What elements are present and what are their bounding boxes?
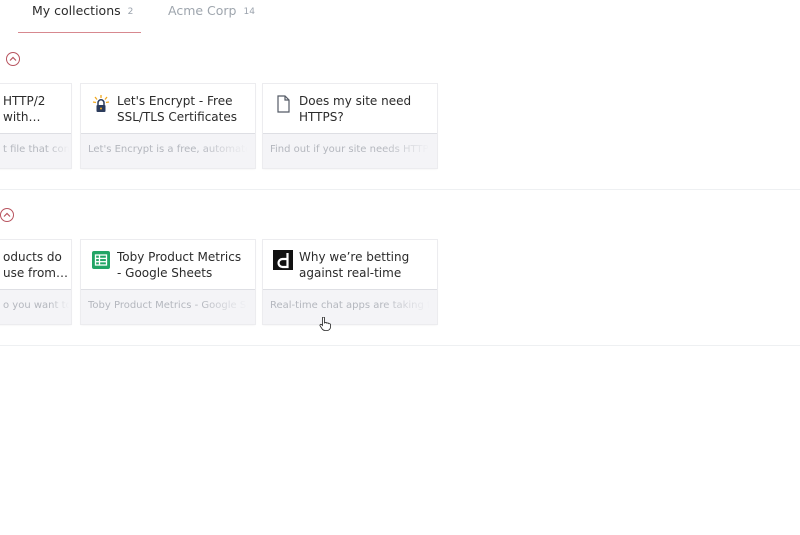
card-description: Let's Encrypt is a free, automated xyxy=(88,144,248,155)
card-description-area: Real-time chat apps are taking the xyxy=(263,289,437,324)
card-title: Let's Encrypt - Free SSL/TLS Certificate… xyxy=(117,94,237,124)
hand-cursor-icon xyxy=(319,317,331,331)
card-title: HTTP/2 with… xyxy=(3,94,46,124)
collapse-toggle-button[interactable] xyxy=(6,52,20,66)
chevron-up-icon xyxy=(9,56,17,61)
document-icon xyxy=(273,94,293,114)
bookmark-card[interactable]: oducts do use from… o you want to xyxy=(0,240,71,324)
bookmark-card[interactable]: HTTP/2 with… t file that con xyxy=(0,84,71,168)
card-description: Find out if your site needs HTTPS xyxy=(270,144,430,155)
collection-divider xyxy=(0,345,800,346)
collections-page: My collections 2 Acme Corp 14 HTTP/2 wit… xyxy=(0,0,800,535)
card-description-area: Let's Encrypt is a free, automated xyxy=(81,133,255,168)
bookmark-card[interactable]: Why we’re betting against real-time tea…… xyxy=(263,240,437,324)
card-description-area: Find out if your site needs HTTPS xyxy=(263,133,437,168)
collection-divider xyxy=(0,189,800,190)
card-title: oducts do use from… xyxy=(3,250,68,280)
card-header: Does my site need HTTPS? xyxy=(263,84,437,134)
card-title: Why we’re betting against real-time tea… xyxy=(299,250,410,280)
collection-row: oducts do use from… o you want to Toby P xyxy=(0,240,800,326)
card-title: Toby Product Metrics - Google Sheets xyxy=(117,250,242,280)
collapse-toggle-button[interactable] xyxy=(0,208,14,222)
card-description: o you want to xyxy=(3,300,69,311)
card-title: Does my site need HTTPS? xyxy=(299,94,412,124)
card-header: oducts do use from… xyxy=(0,240,71,290)
collection-row: HTTP/2 with… t file that con Let's Encry… xyxy=(0,84,800,170)
card-description-area: t file that con xyxy=(0,133,71,168)
card-description: Real-time chat apps are taking the xyxy=(270,300,430,311)
tab-count-badge: 14 xyxy=(243,7,255,17)
tab-label: My collections xyxy=(32,3,121,18)
letsencrypt-icon xyxy=(91,94,111,114)
bookmark-card[interactable]: Does my site need HTTPS? Find out if you… xyxy=(263,84,437,168)
tab-my-collections[interactable]: My collections 2 xyxy=(32,0,133,34)
card-description: Toby Product Metrics - Google She xyxy=(88,300,248,311)
card-description-area: Toby Product Metrics - Google She xyxy=(81,289,255,324)
google-sheets-icon xyxy=(91,250,111,270)
card-header: HTTP/2 with… xyxy=(0,84,71,134)
card-header: Let's Encrypt - Free SSL/TLS Certificate… xyxy=(81,84,255,134)
d-logo-icon xyxy=(273,250,293,270)
card-description: t file that con xyxy=(3,144,69,155)
bookmark-card[interactable]: Let's Encrypt - Free SSL/TLS Certificate… xyxy=(81,84,255,168)
bookmark-card[interactable]: Toby Product Metrics - Google Sheets Tob… xyxy=(81,240,255,324)
card-description-area: o you want to xyxy=(0,289,71,324)
tab-acme-corp[interactable]: Acme Corp 14 xyxy=(168,0,255,34)
card-header: Why we’re betting against real-time tea… xyxy=(263,240,437,290)
card-header: Toby Product Metrics - Google Sheets xyxy=(81,240,255,290)
chevron-up-icon xyxy=(3,212,11,217)
active-tab-indicator xyxy=(18,32,141,33)
tab-count-badge: 2 xyxy=(127,7,134,17)
tab-label: Acme Corp xyxy=(168,3,237,18)
tab-bar: My collections 2 Acme Corp 14 xyxy=(0,0,800,34)
